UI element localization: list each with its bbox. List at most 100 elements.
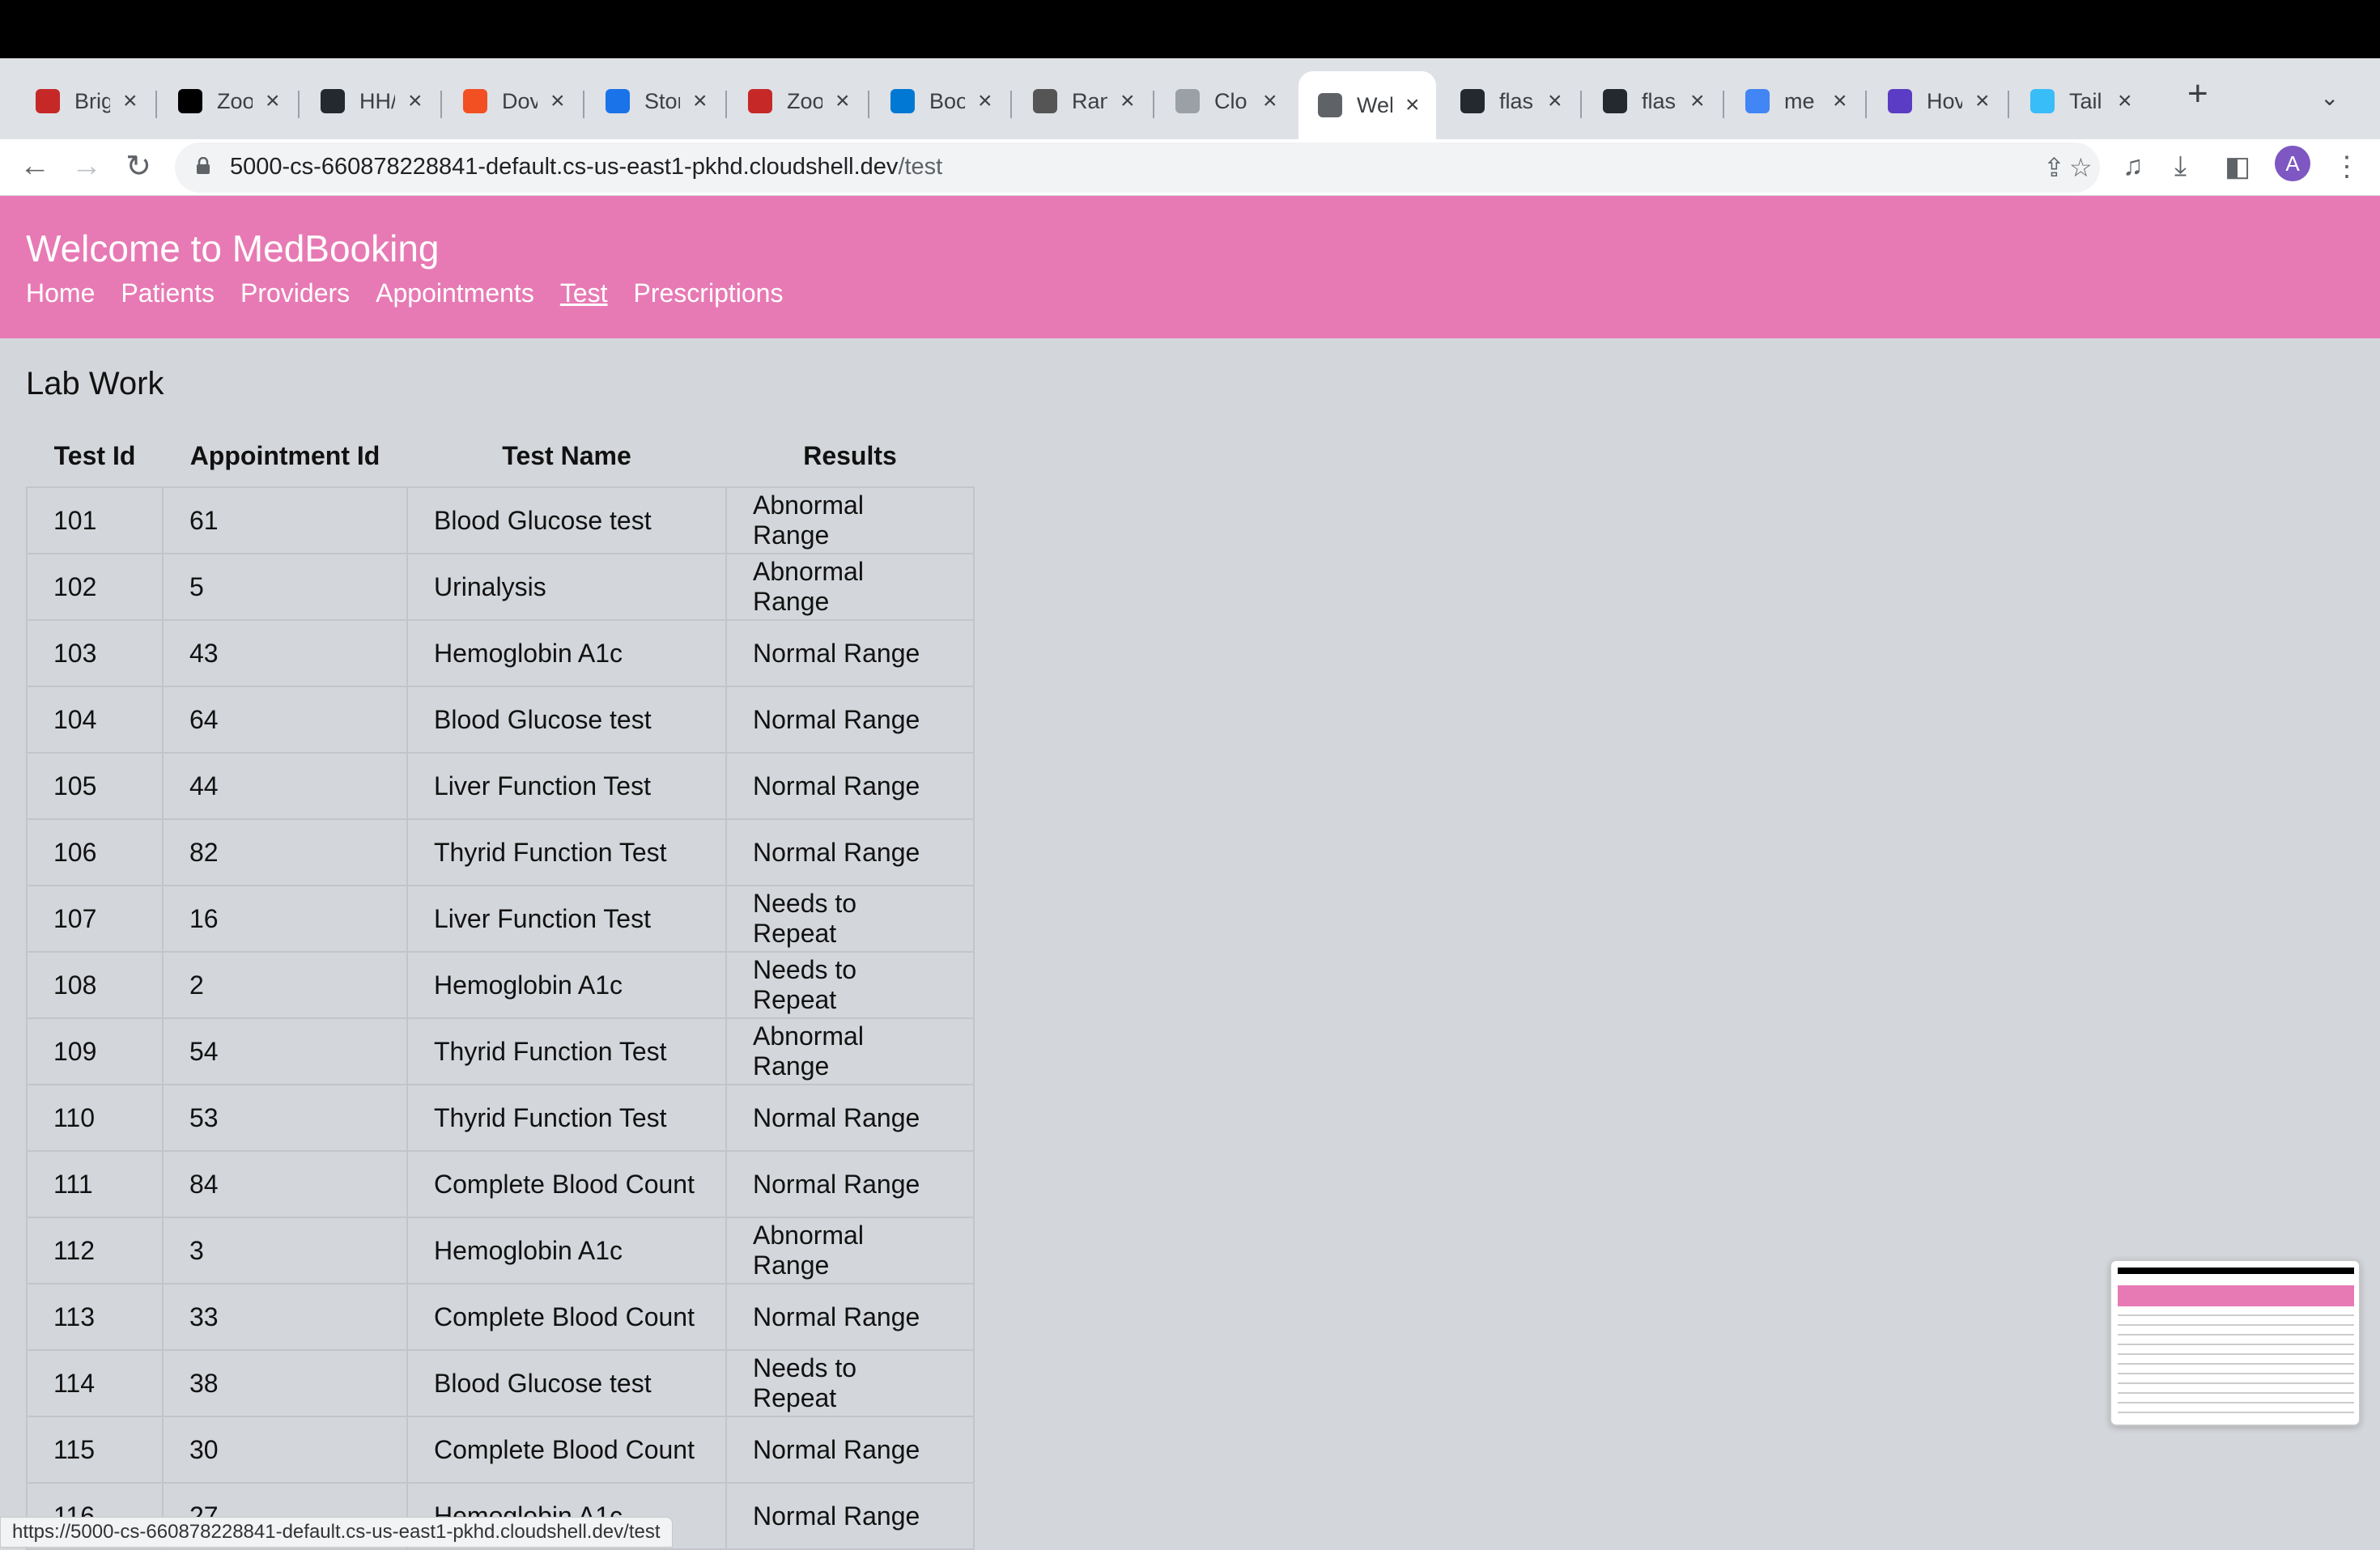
tab-close-icon[interactable]: ×	[1405, 93, 1420, 117]
tab-close-icon[interactable]: ×	[2118, 89, 2132, 113]
google-icon	[1745, 89, 1770, 113]
tab-separator	[1010, 91, 1012, 118]
browser-tab[interactable]: Wel ×	[1298, 71, 1436, 139]
cloud-shell-icon	[1175, 89, 1200, 113]
back-icon[interactable]: ←	[15, 146, 55, 186]
table-row: 102 5 Urinalysis Abnormal Range	[26, 553, 975, 621]
nav-test[interactable]: Test	[560, 278, 608, 308]
cell-result: Abnormal Range	[725, 486, 975, 554]
browser-tab[interactable]: flas ×	[1441, 71, 1579, 131]
screenshot-thumbnail[interactable]	[2110, 1259, 2361, 1426]
tab-close-icon[interactable]: ×	[1690, 89, 1705, 113]
browser-tab[interactable]: Hov ×	[1868, 71, 2006, 131]
horse-icon	[1033, 89, 1057, 113]
cell-test-name: Hemoglobin A1c	[406, 1217, 727, 1285]
tab-label: Boo	[929, 88, 965, 113]
cell-test-id: 101	[26, 486, 164, 554]
cell-test-name: Thyrid Function Test	[406, 1084, 727, 1152]
tab-separator	[298, 91, 300, 118]
nav-prescriptions[interactable]: Prescriptions	[634, 278, 784, 308]
cell-test-id: 112	[26, 1217, 164, 1285]
cell-result: Needs to Repeat	[725, 885, 975, 953]
browser-tab[interactable]: HH/ ×	[301, 71, 439, 131]
tab-label: Hov	[1927, 88, 1962, 113]
tab-separator	[2008, 91, 2009, 118]
site-header: Welcome to MedBooking Home Patients Prov…	[0, 196, 2380, 338]
tab-separator	[868, 91, 869, 118]
cell-test-id: 107	[26, 885, 164, 953]
browser-tab[interactable]: Ran ×	[1014, 71, 1151, 131]
status-bar-url: https://5000-cs-660878228841-default.cs-…	[0, 1517, 673, 1548]
cell-result: Needs to Repeat	[725, 951, 975, 1019]
address-bar[interactable]: 5000-cs-660878228841-default.cs-us-east1…	[175, 142, 2100, 193]
media-control-icon[interactable]: ♫	[2123, 151, 2144, 182]
cell-test-name: Hemoglobin A1c	[406, 951, 727, 1019]
tab-search-icon[interactable]: ⌄	[2320, 84, 2339, 111]
tab-close-icon[interactable]: ×	[693, 89, 708, 113]
top-bar	[0, 0, 2380, 58]
nav-appointments[interactable]: Appointments	[376, 278, 534, 308]
browser-tab[interactable]: Dov ×	[444, 71, 581, 131]
browser-tab[interactable]: Zoo ×	[729, 71, 866, 131]
tab-close-icon[interactable]: ×	[1833, 89, 1847, 113]
nav-patients[interactable]: Patients	[121, 278, 215, 308]
cell-appointment-id: 16	[162, 885, 408, 953]
tab-label: flas	[1642, 88, 1677, 113]
reload-icon[interactable]: ↻	[118, 146, 159, 186]
tab-close-icon[interactable]: ×	[1548, 89, 1562, 113]
table-row: 101 61 Blood Glucose test Abnormal Range	[26, 486, 975, 554]
profile-avatar[interactable]: A	[2275, 146, 2310, 181]
tab-separator	[1723, 91, 1724, 118]
github-icon	[321, 89, 345, 113]
browser-tab[interactable]: flas ×	[1583, 71, 1721, 131]
cell-appointment-id: 43	[162, 619, 408, 687]
microsoft-icon	[463, 89, 487, 113]
browser-tab[interactable]: Zoo ×	[159, 71, 296, 131]
cell-result: Abnormal Range	[725, 1217, 975, 1285]
bookmark-star-icon[interactable]: ☆	[2069, 152, 2093, 183]
cell-result: Abnormal Range	[725, 1017, 975, 1085]
tab-close-icon[interactable]: ×	[835, 89, 850, 113]
tab-strip: Brig×Zoo×HH/×Dov×Stor×Zoo×Boo×Ran×Clo×We…	[0, 58, 2380, 139]
side-panel-icon[interactable]: ◧	[2225, 151, 2250, 183]
cell-test-name: Blood Glucose test	[406, 486, 727, 554]
cell-test-id: 104	[26, 686, 164, 754]
tab-close-icon[interactable]: ×	[978, 89, 992, 113]
menu-icon[interactable]: ⋮	[2333, 151, 2361, 183]
tab-label: HH/	[359, 88, 395, 113]
tab-close-icon[interactable]: ×	[1975, 89, 1990, 113]
browser-tab[interactable]: Clo ×	[1156, 71, 1294, 131]
browser-tab[interactable]: Brig ×	[16, 71, 154, 131]
cell-appointment-id: 84	[162, 1150, 408, 1218]
tab-close-icon[interactable]: ×	[550, 89, 565, 113]
tab-close-icon[interactable]: ×	[123, 89, 138, 113]
nav-home[interactable]: Home	[26, 278, 95, 308]
share-icon[interactable]: ⇪	[2043, 152, 2065, 183]
browser-tab[interactable]: Stor ×	[586, 71, 724, 131]
forward-icon[interactable]: →	[66, 146, 107, 186]
browser-tab[interactable]: Boo ×	[871, 71, 1009, 131]
cell-test-id: 111	[26, 1150, 164, 1218]
tab-close-icon[interactable]: ×	[1263, 89, 1277, 113]
download-icon[interactable]: ⤓	[2174, 151, 2187, 182]
tab-close-icon[interactable]: ×	[408, 89, 423, 113]
url-text: 5000-cs-660878228841-default.cs-us-east1…	[230, 154, 943, 180]
tab-label: Ran	[1072, 88, 1107, 113]
tab-separator	[1153, 91, 1154, 118]
table-row: 106 82 Thyrid Function Test Normal Range	[26, 818, 975, 886]
browser-tab[interactable]: me ×	[1726, 71, 1864, 131]
cell-result: Normal Range	[725, 818, 975, 886]
browser-tab[interactable]: Tail ×	[2011, 71, 2148, 131]
cell-appointment-id: 3	[162, 1217, 408, 1285]
tab-close-icon[interactable]: ×	[266, 89, 280, 113]
column-header-test-id: Test Id	[53, 441, 136, 470]
cell-appointment-id: 33	[162, 1283, 408, 1351]
cell-result: Normal Range	[725, 752, 975, 820]
tab-close-icon[interactable]: ×	[1120, 89, 1135, 113]
cell-test-id: 105	[26, 752, 164, 820]
cell-test-id: 114	[26, 1349, 164, 1417]
cell-appointment-id: 54	[162, 1017, 408, 1085]
nav-providers[interactable]: Providers	[240, 278, 350, 308]
new-tab-button[interactable]: +	[2187, 76, 2208, 112]
cell-test-id: 109	[26, 1017, 164, 1085]
